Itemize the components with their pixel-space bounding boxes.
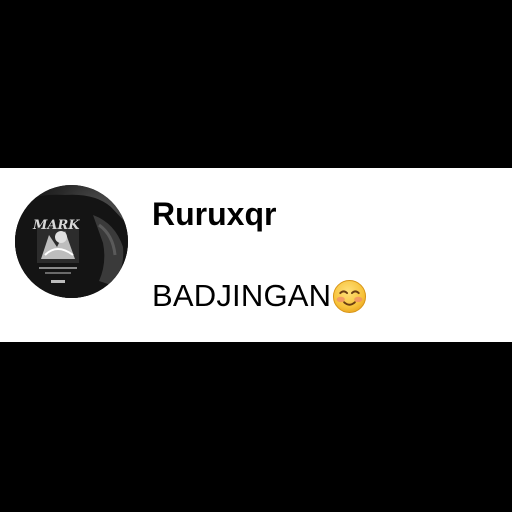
avatar[interactable]: MARK (15, 185, 128, 298)
comment-message: BADJINGAN (152, 276, 367, 316)
comment-message-text: BADJINGAN (152, 278, 332, 313)
comment-card: MARK Ruruxqr BADJINGAN (0, 168, 512, 342)
smiling-face-with-smiling-eyes-icon (332, 279, 367, 314)
comment-username[interactable]: Ruruxqr (152, 194, 276, 234)
avatar-photo: MARK (15, 185, 128, 298)
screenshot-frame: MARK Ruruxqr BADJINGAN (0, 0, 512, 512)
shirt-print-text: MARK (32, 218, 80, 233)
